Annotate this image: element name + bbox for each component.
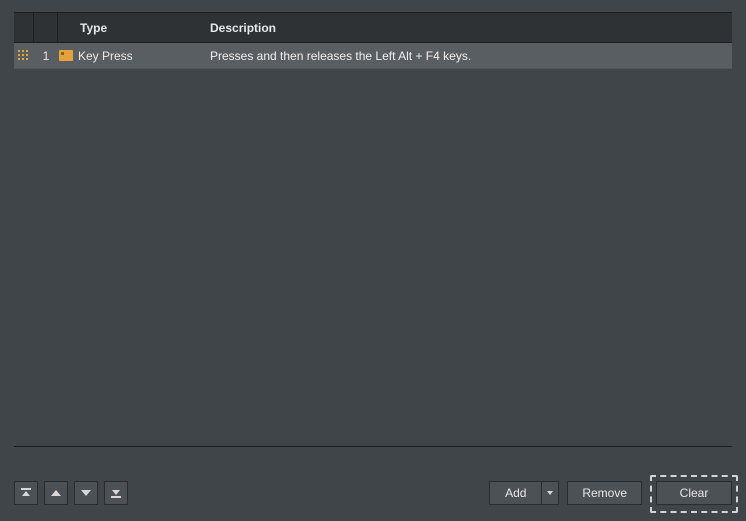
header-description[interactable]: Description [204, 21, 732, 35]
table-header-row: Type Description [14, 13, 732, 43]
reorder-buttons [14, 481, 128, 507]
header-handle-col [14, 13, 34, 42]
chevron-top-icon [20, 487, 32, 499]
action-table: Type Description 1 Key Press Presses and… [14, 12, 732, 447]
macro-editor-panel: Type Description 1 Key Press Presses and… [0, 0, 746, 521]
row-type-icon [58, 50, 74, 61]
move-down-button[interactable] [74, 481, 98, 505]
action-buttons: Add Remove Clear [489, 481, 732, 507]
add-split-button: Add [489, 481, 559, 505]
row-index: 1 [34, 43, 58, 68]
chevron-down-icon [80, 487, 92, 499]
table-row[interactable]: 1 Key Press Presses and then releases th… [14, 43, 732, 69]
move-up-button[interactable] [44, 481, 68, 505]
remove-button[interactable]: Remove [567, 481, 642, 505]
drag-handle[interactable] [14, 43, 34, 68]
add-button[interactable]: Add [489, 481, 541, 505]
drag-handle-icon [18, 50, 30, 62]
row-type: Key Press [74, 49, 204, 63]
header-type[interactable]: Type [74, 21, 204, 35]
add-dropdown-button[interactable] [541, 481, 559, 505]
move-bottom-button[interactable] [104, 481, 128, 505]
caret-down-icon [546, 489, 554, 497]
clear-button[interactable]: Clear [656, 481, 732, 505]
footer-bar: Add Remove Clear [14, 481, 732, 507]
keyboard-icon [59, 50, 73, 61]
move-top-button[interactable] [14, 481, 38, 505]
chevron-bottom-icon [110, 487, 122, 499]
header-index-col [34, 13, 58, 42]
row-description: Presses and then releases the Left Alt +… [204, 49, 732, 63]
chevron-up-icon [50, 487, 62, 499]
clear-button-highlight: Clear [650, 475, 738, 513]
